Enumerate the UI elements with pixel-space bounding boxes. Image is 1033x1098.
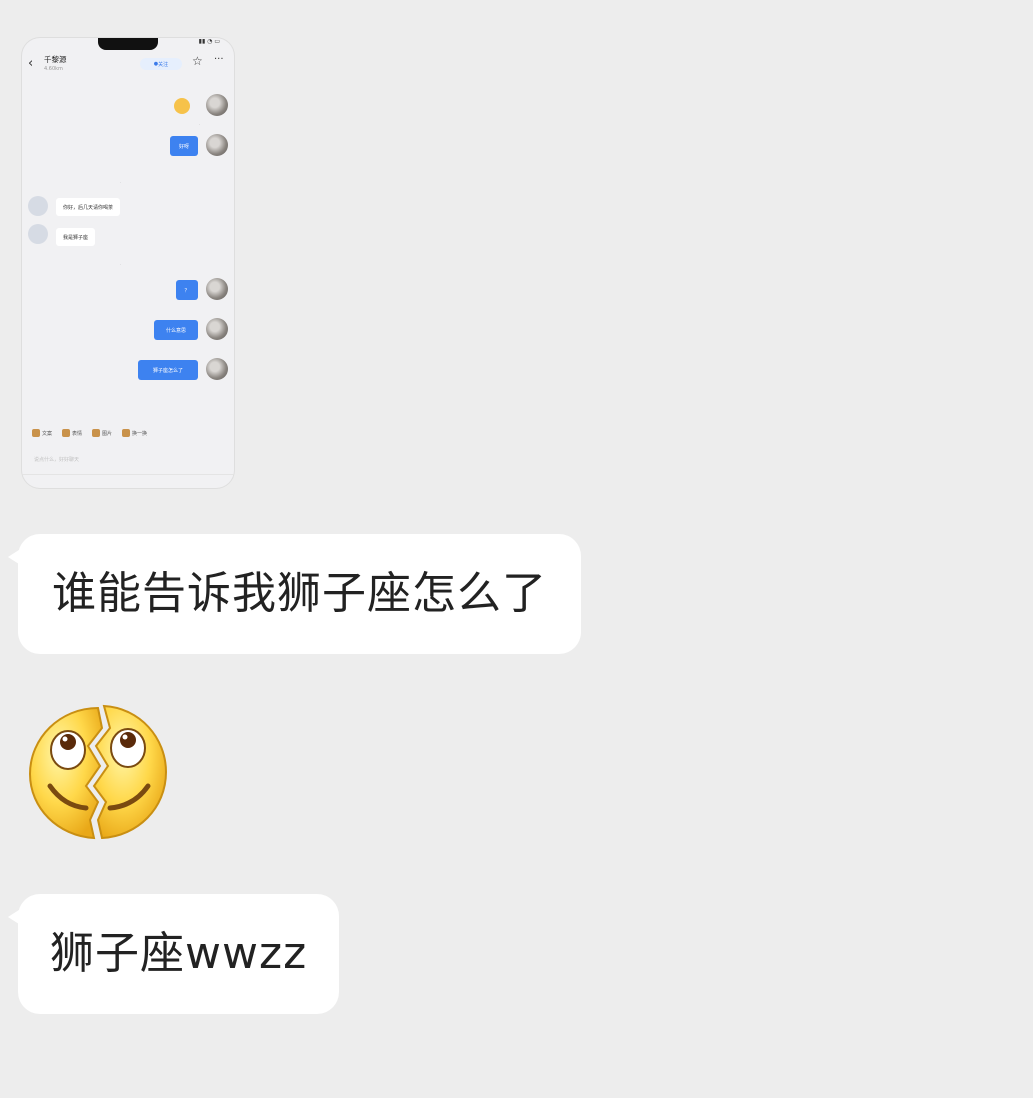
incoming-message: 我是狮子座 [56, 228, 96, 246]
avatar [206, 94, 228, 116]
status-bar: ▮▮ ◔ ▭ [198, 38, 220, 45]
message-text: 我是狮子座 [63, 234, 89, 241]
avatar [206, 278, 228, 300]
broken-smile-sticker-icon[interactable] [24, 702, 172, 842]
outgoing-message: ？ [176, 280, 198, 300]
message-text: 狮子座怎么了 [152, 367, 183, 374]
avatar [206, 134, 228, 156]
incoming-message: 你好，后几天请你喝茶 [56, 198, 121, 216]
phone-notch [98, 38, 158, 50]
phone-emoji [174, 98, 190, 114]
message-text: 你好，后几天请你喝茶 [63, 204, 114, 211]
toolbar-item: 表情 [62, 429, 82, 437]
contact-name: 千黎源 [44, 55, 67, 64]
toolbar-item: 图片 [92, 429, 112, 437]
avatar [28, 196, 48, 216]
phone-bottom-bar [22, 474, 234, 488]
star-icon: ☆ [192, 54, 203, 68]
message-text: 好呀 [178, 143, 189, 150]
contact-subtitle: 4.60km [44, 66, 63, 72]
outgoing-message: 好呀 [170, 136, 198, 156]
toolbar-label: 换一换 [132, 430, 148, 437]
message-input-placeholder: 说点什么，好好聊天 [34, 457, 80, 463]
avatar [206, 358, 228, 380]
chat-screenshot-image[interactable]: ▮▮ ◔ ▭ ‹ 千黎源 4.60km ● 关注 ☆ ··· · 好呀 · 你好… [22, 38, 234, 488]
timestamp: · [120, 180, 122, 185]
toolbar-item: 文案 [32, 429, 52, 437]
message-text: 谁能告诉我狮子座怎么了 [52, 568, 547, 619]
message-text: 什么意思 [165, 327, 186, 334]
timestamp: · [198, 122, 200, 127]
avatar [28, 224, 48, 244]
toolbar-item: 换一换 [122, 429, 147, 437]
outgoing-message: 什么意思 [154, 320, 198, 340]
timestamp: · [120, 262, 122, 267]
avatar [206, 318, 228, 340]
back-icon: ‹ [28, 56, 34, 71]
follow-label: 关注 [158, 61, 169, 68]
more-icon: ··· [214, 54, 224, 65]
message-bubble[interactable]: 谁能告诉我狮子座怎么了 [8, 534, 581, 654]
toolbar-label: 图片 [102, 430, 113, 437]
outgoing-message: 狮子座怎么了 [138, 360, 198, 380]
message-bubble[interactable]: 狮子座wwzz [7, 894, 340, 1014]
quick-toolbar: 文案 表情 图片 换一换 [22, 422, 234, 444]
message-text: 狮子座wwzz [50, 928, 308, 979]
toolbar-label: 表情 [72, 430, 83, 437]
message-text: ？ [184, 287, 190, 294]
follow-button: ● 关注 [140, 58, 182, 70]
toolbar-label: 文案 [42, 430, 53, 437]
